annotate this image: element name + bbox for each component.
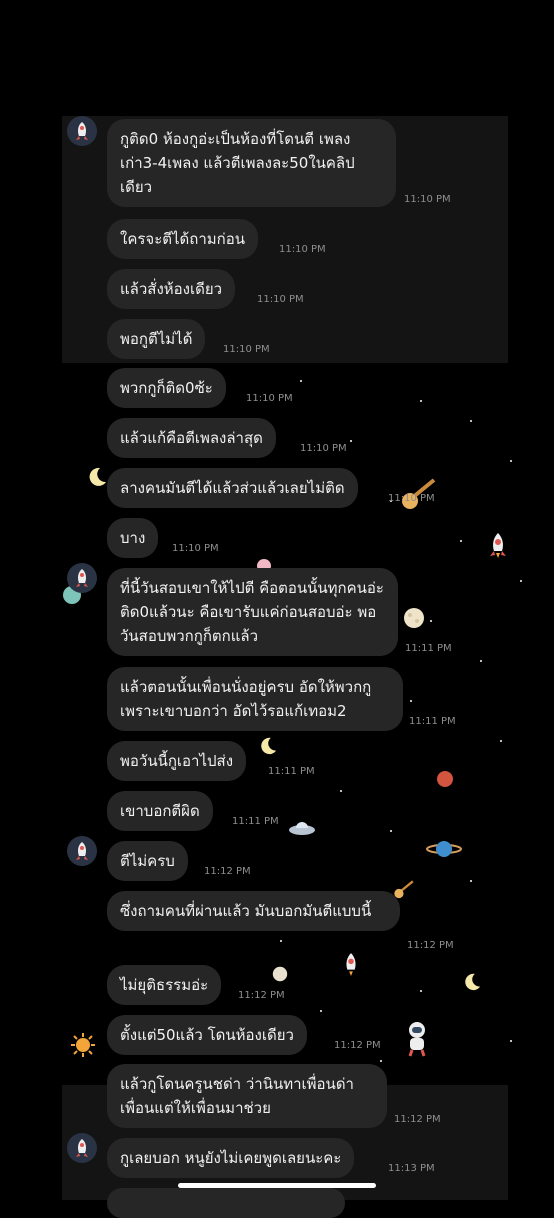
message-bubble[interactable]: แล้วแก้คือตีเพลงล่าสุด (107, 418, 276, 458)
message-bubble[interactable]: พอกูตีไม่ได้ (107, 319, 206, 359)
message-bubble[interactable]: ตั้งแต่50แล้ว โดนห้องเดียว (107, 1015, 307, 1055)
message-bubble[interactable]: กูติด0 ห้องกูอ่ะเป็นห้องที่โดนตี เพลงเก่… (107, 119, 396, 207)
avatar[interactable] (67, 836, 97, 866)
message-timestamp: 11:12 PM (407, 940, 454, 951)
message-timestamp: 11:11 PM (409, 716, 456, 727)
planet-icon (404, 608, 424, 628)
message-bubble[interactable]: แล้วสั่งห้องเดียว (107, 269, 236, 309)
planet-icon (272, 966, 288, 982)
planet-icon (437, 771, 453, 787)
avatar[interactable] (67, 1133, 97, 1163)
message-bubble[interactable]: พวกกูก็ติด0ซ้ะ (107, 368, 226, 408)
moon-icon (89, 467, 106, 486)
message-timestamp: 11:12 PM (334, 1040, 381, 1051)
planet-icon (426, 841, 462, 857)
message-timestamp: 11:12 PM (204, 866, 251, 877)
moon-icon (261, 737, 277, 755)
message-timestamp: 11:11 PM (232, 816, 279, 827)
message-timestamp: 11:10 PM (300, 443, 347, 454)
message-timestamp: 11:10 PM (172, 543, 219, 554)
avatar[interactable] (67, 116, 97, 146)
message-bubble[interactable]: พอวันนี้กูเอาไปส่ง (107, 741, 247, 781)
message-timestamp: 11:12 PM (238, 990, 285, 1001)
message-bubble[interactable]: แล้วตอนนั้นเพื่อนนั่งอยู่ครบ อัดให้พวกกู… (107, 667, 403, 731)
avatar[interactable] (67, 563, 97, 593)
message-bubble-partial[interactable] (107, 1188, 345, 1218)
message-bubble[interactable]: บาง (107, 518, 159, 558)
home-indicator (178, 1183, 376, 1188)
message-bubble[interactable]: ซึ่งถามคนที่ผ่านแล้ว มันบอกมันตีแบบนี้ (107, 891, 400, 931)
message-timestamp: 11:10 PM (246, 393, 293, 404)
message-bubble[interactable]: กูเลยบอก หนูยังไม่เคยพูดเลยนะคะ (107, 1138, 355, 1178)
message-timestamp: 11:10 PM (257, 294, 304, 305)
message-bubble[interactable]: ที่นี้วันสอบเขาให้ไปตี คือตอนนั้นทุกคนอ่… (107, 568, 398, 656)
rocket-icon (490, 533, 506, 558)
message-timestamp: 11:11 PM (268, 766, 315, 777)
sun-icon (71, 1033, 95, 1057)
message-timestamp: 11:13 PM (388, 1163, 435, 1174)
rocket-icon (76, 122, 88, 140)
message-bubble[interactable]: เขาบอกตีผิด (107, 791, 213, 831)
rocket-icon (346, 953, 356, 976)
ufo-icon (289, 822, 315, 835)
rocket-icon (76, 569, 88, 587)
message-bubble[interactable]: ใครจะตีได้ถามก่อน (107, 219, 259, 259)
message-timestamp: 11:10 PM (279, 244, 326, 255)
message-bubble[interactable]: แล้วกูโดนครูนชด่า ว่านินทาเพื่อนด่าเพื่อ… (107, 1064, 387, 1128)
message-bubble[interactable]: ไม่ยุติธรรมอ่ะ (107, 965, 222, 1005)
rocket-icon (76, 1139, 88, 1157)
moon-icon (465, 973, 481, 991)
message-timestamp: 11:12 PM (394, 1114, 441, 1125)
message-timestamp: 11:10 PM (388, 493, 435, 504)
message-bubble[interactable]: ลางคนมันตีได้แล้วส่วแล้วเลยไม่ติด (107, 468, 358, 508)
message-timestamp: 11:11 PM (405, 643, 452, 654)
astronaut-icon (408, 1022, 426, 1057)
message-timestamp: 11:10 PM (223, 344, 270, 355)
message-timestamp: 11:10 PM (404, 194, 451, 205)
rocket-icon (76, 842, 88, 860)
message-bubble[interactable]: ตีไม่ครบ (107, 841, 188, 881)
